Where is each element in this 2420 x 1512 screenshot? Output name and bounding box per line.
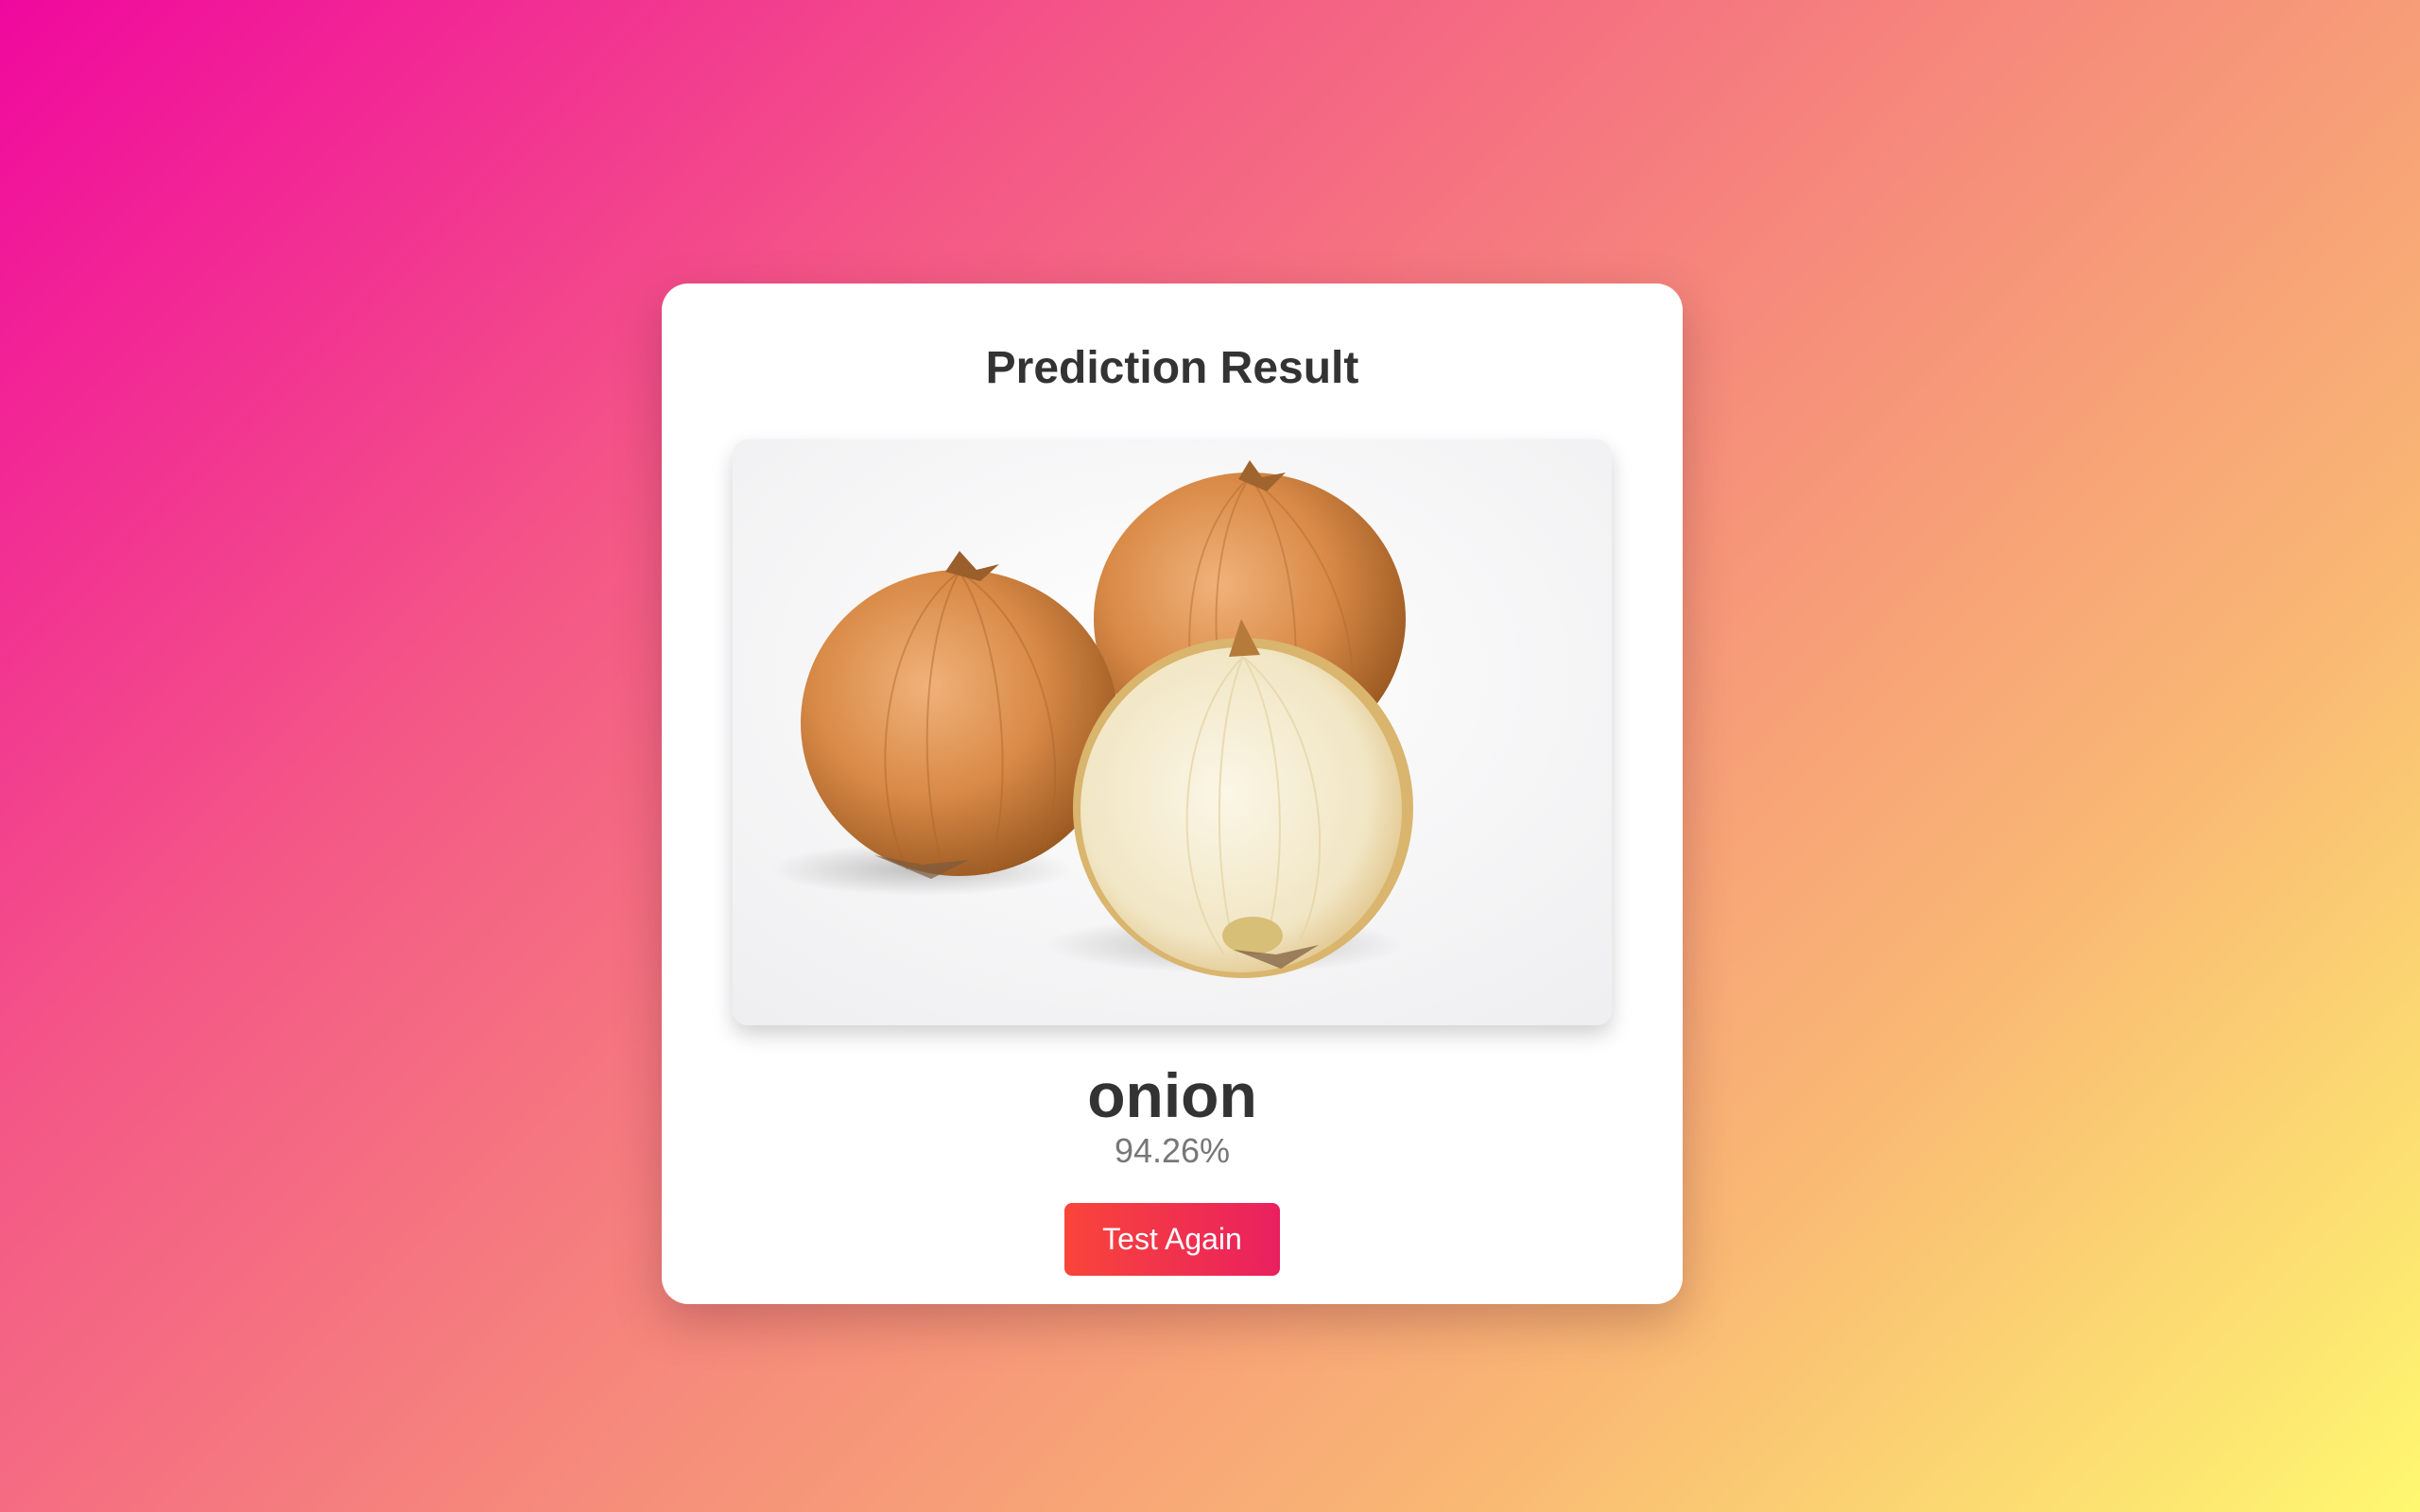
page-title: Prediction Result xyxy=(985,343,1359,393)
onion-photo-icon xyxy=(733,439,1612,1025)
test-again-button[interactable]: Test Again xyxy=(1064,1203,1280,1276)
confidence-score: 94.26% xyxy=(1114,1131,1231,1170)
uploaded-image-preview xyxy=(733,439,1612,1025)
predicted-label: onion xyxy=(1087,1060,1257,1130)
prediction-result-card: Prediction Result onion 94.26% Test Agai… xyxy=(662,284,1683,1304)
